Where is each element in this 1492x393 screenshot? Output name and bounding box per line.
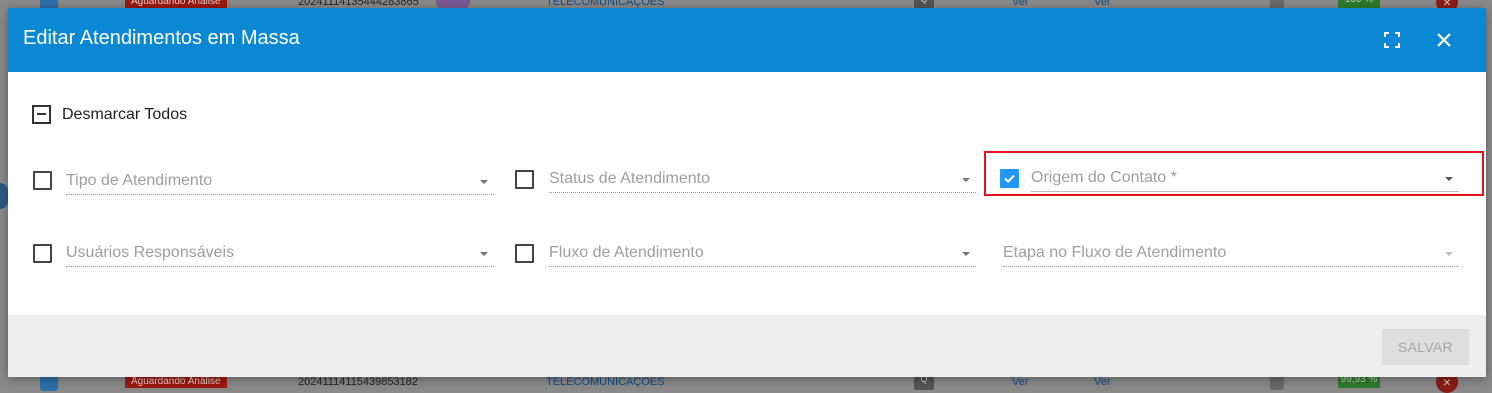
fluxo-atendimento-checkbox[interactable]: [515, 244, 534, 263]
fluxo-atendimento-select[interactable]: Fluxo de Atendimento: [549, 240, 976, 267]
bulk-edit-dialog: Editar Atendimentos em Massa Desmarcar T…: [8, 8, 1486, 377]
select-placeholder: Fluxo de Atendimento: [549, 244, 704, 261]
status-atendimento-select[interactable]: Status de Atendimento: [549, 166, 976, 193]
dropdown-arrow-icon: [480, 180, 488, 184]
view-link: Ver: [1094, 376, 1111, 388]
usuarios-responsaveis-select[interactable]: Usuários Responsáveis: [66, 240, 494, 267]
protocol-code: 20241114135444283865: [298, 0, 419, 8]
uncheck-all-label: Desmarcar Todos: [62, 106, 188, 123]
company-name: TELECOMUNICAÇÕES: [546, 376, 665, 388]
protocol-code: 20241114115439853182: [298, 376, 418, 388]
dropdown-arrow-icon: [480, 252, 488, 256]
usuarios-responsaveis-checkbox[interactable]: [33, 244, 52, 263]
background-table-row: Aguardando Análise 20241114115439853182 …: [0, 371, 1492, 393]
origem-contato-select[interactable]: Origem do Contato *: [1031, 165, 1459, 192]
status-badge: Aguardando Análise: [125, 376, 227, 388]
status-atendimento-checkbox[interactable]: [515, 170, 534, 189]
dropdown-arrow-icon: [962, 252, 970, 256]
dialog-title: Editar Atendimentos em Massa: [23, 27, 300, 49]
checkmark-icon: [1004, 174, 1015, 184]
side-tab: [0, 183, 8, 209]
select-placeholder: Tipo de Atendimento: [66, 172, 213, 189]
tipo-atendimento-checkbox[interactable]: [33, 171, 52, 190]
save-button[interactable]: SALVAR: [1382, 329, 1469, 365]
origem-contato-checkbox[interactable]: [1000, 169, 1019, 188]
status-badge: Aguardando Análise: [125, 0, 227, 8]
select-placeholder: Etapa no Fluxo de Atendimento: [1003, 244, 1227, 261]
dropdown-arrow-icon: [962, 178, 970, 182]
fullscreen-button[interactable]: [1377, 25, 1407, 55]
fullscreen-icon: [1377, 25, 1407, 55]
progress-badge: 100 %: [1338, 0, 1380, 8]
dropdown-arrow-icon: [1445, 252, 1453, 256]
select-placeholder: Usuários Responsáveis: [66, 244, 235, 261]
etapa-fluxo-select[interactable]: Etapa no Fluxo de Atendimento: [1003, 240, 1459, 267]
tipo-atendimento-select[interactable]: Tipo de Atendimento: [66, 168, 494, 195]
view-link: Ver: [1012, 376, 1029, 388]
company-name: TELECOMUNICAÇÕES: [546, 0, 665, 8]
dialog-header: Editar Atendimentos em Massa: [8, 8, 1486, 72]
dropdown-arrow-icon: [1445, 177, 1453, 181]
close-button[interactable]: [1429, 25, 1459, 55]
indeterminate-checkbox[interactable]: [32, 105, 51, 124]
view-link: Ver: [1012, 0, 1029, 8]
select-placeholder: Origem do Contato *: [1031, 169, 1177, 186]
select-placeholder: Status de Atendimento: [549, 170, 710, 187]
close-icon: [1429, 25, 1459, 55]
dialog-footer: SALVAR: [8, 315, 1486, 377]
view-link: Ver: [1094, 0, 1111, 8]
